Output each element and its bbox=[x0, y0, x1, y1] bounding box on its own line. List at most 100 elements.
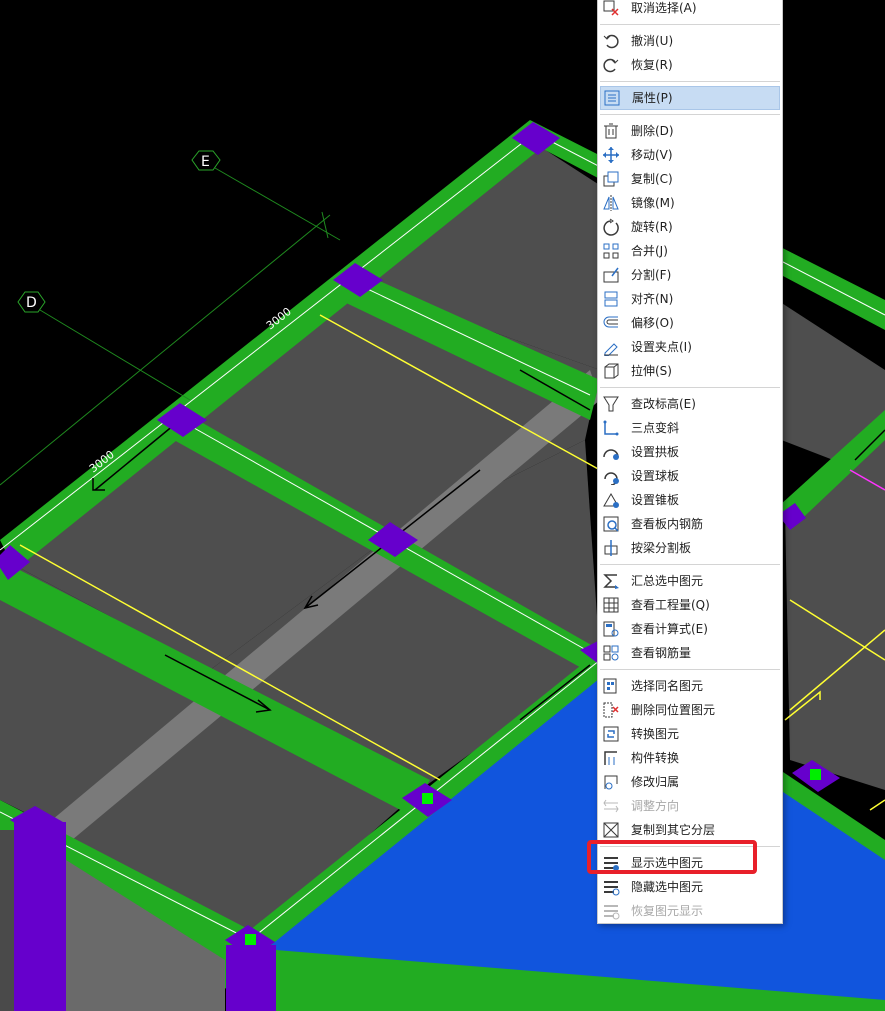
adjust-direction-icon bbox=[602, 797, 620, 815]
menu-item-copy-to-layer[interactable]: 复制到其它分层 bbox=[598, 818, 782, 842]
menu-item-label: 构件转换 bbox=[631, 751, 680, 765]
menu-item-label: 设置球板 bbox=[631, 469, 680, 483]
menu-item-label: 恢复(R) bbox=[631, 58, 673, 72]
menu-item-three-point-slope[interactable]: 三点变斜 bbox=[598, 416, 782, 440]
menu-item-label: 设置锥板 bbox=[631, 493, 680, 507]
menu-item-label: 查看工程量(Q) bbox=[631, 598, 710, 612]
svg-text:D: D bbox=[26, 295, 37, 311]
menu-item-delete[interactable]: 删除(D) bbox=[598, 119, 782, 143]
menu-item-redo[interactable]: 恢复(R) bbox=[598, 53, 782, 77]
menu-item-label: 三点变斜 bbox=[631, 421, 680, 435]
menu-item-view-slab-rebar[interactable]: 查看板内钢筋 bbox=[598, 512, 782, 536]
modify-ownership-icon bbox=[602, 773, 620, 791]
menu-item-label: 合并(J) bbox=[631, 244, 668, 258]
menu-item-label: 调整方向 bbox=[631, 799, 680, 813]
component-convert-icon bbox=[602, 749, 620, 767]
delete-same-position-icon bbox=[602, 701, 620, 719]
copy-icon bbox=[602, 170, 620, 188]
menu-item-label: 复制到其它分层 bbox=[631, 823, 716, 837]
rotate-icon bbox=[602, 218, 620, 236]
menu-item-move[interactable]: 移动(V) bbox=[598, 143, 782, 167]
hide-selected-icon bbox=[602, 878, 620, 896]
menu-item-select-same-name[interactable]: 选择同名图元 bbox=[598, 674, 782, 698]
select-same-name-icon bbox=[602, 677, 620, 695]
menu-item-mirror[interactable]: 镜像(M) bbox=[598, 191, 782, 215]
delete-icon bbox=[602, 122, 620, 140]
move-icon bbox=[602, 146, 620, 164]
menu-item-properties[interactable]: 属性(P) bbox=[600, 86, 780, 110]
menu-item-undo[interactable]: 撤消(U) bbox=[598, 29, 782, 53]
stretch-icon bbox=[602, 362, 620, 380]
view-rebar-quantity-icon bbox=[602, 644, 620, 662]
show-selected-icon bbox=[602, 854, 620, 872]
menu-item-label: 选择同名图元 bbox=[631, 679, 704, 693]
menu-item-label: 分割(F) bbox=[631, 268, 672, 282]
menu-item-label: 移动(V) bbox=[631, 148, 673, 162]
redo-icon bbox=[602, 56, 620, 74]
menu-item-label: 复制(C) bbox=[631, 172, 673, 186]
menu-item-view-formula[interactable]: 查看计算式(E) bbox=[598, 617, 782, 641]
menu-item-copy[interactable]: 复制(C) bbox=[598, 167, 782, 191]
menu-item-modify-ownership[interactable]: 修改归属 bbox=[598, 770, 782, 794]
menu-item-merge[interactable]: 合并(J) bbox=[598, 239, 782, 263]
menu-separator bbox=[600, 24, 780, 25]
menu-item-set-grip[interactable]: 设置夹点(I) bbox=[598, 335, 782, 359]
align-icon bbox=[602, 290, 620, 308]
menu-item-component-convert[interactable]: 构件转换 bbox=[598, 746, 782, 770]
menu-item-label: 取消选择(A) bbox=[631, 1, 697, 15]
menu-separator bbox=[600, 846, 780, 847]
view-quantity-icon bbox=[602, 596, 620, 614]
menu-item-label: 查看计算式(E) bbox=[631, 622, 708, 636]
context-menu[interactable]: 取消选择(A) 撤消(U) 恢复(R) 属性(P) 删除(D) 移动(V) 复制(C) 镜像(… bbox=[597, 0, 783, 924]
menu-item-view-rebar-quantity[interactable]: 查看钢筋量 bbox=[598, 641, 782, 665]
menu-item-split-slab-by-beam[interactable]: 按梁分割板 bbox=[598, 536, 782, 560]
cone-slab-icon bbox=[602, 491, 620, 509]
menu-item-label: 按梁分割板 bbox=[631, 541, 692, 555]
menu-item-split[interactable]: 分割(F) bbox=[598, 263, 782, 287]
menu-item-label: 删除(D) bbox=[631, 124, 674, 138]
menu-item-offset[interactable]: 偏移(O) bbox=[598, 311, 782, 335]
menu-item-label: 转换图元 bbox=[631, 727, 680, 741]
menu-item-align[interactable]: 对齐(N) bbox=[598, 287, 782, 311]
merge-icon bbox=[602, 242, 620, 260]
split-slab-by-beam-icon bbox=[602, 539, 620, 557]
menu-item-label: 汇总选中图元 bbox=[631, 574, 704, 588]
sum-selected-icon bbox=[602, 572, 620, 590]
menu-item-hide-selected[interactable]: 隐藏选中图元 bbox=[598, 875, 782, 899]
menu-item-cancel-selection[interactable]: 取消选择(A) bbox=[598, 0, 782, 20]
menu-item-sum-selected[interactable]: 汇总选中图元 bbox=[598, 569, 782, 593]
set-grip-icon bbox=[602, 338, 620, 357]
menu-item-label: 设置夹点(I) bbox=[631, 340, 692, 354]
menu-item-adjust-direction: 调整方向 bbox=[598, 794, 782, 818]
menu-item-rotate[interactable]: 旋转(R) bbox=[598, 215, 782, 239]
menu-item-label: 查看板内钢筋 bbox=[631, 517, 704, 531]
menu-item-stretch[interactable]: 拉伸(S) bbox=[598, 359, 782, 383]
properties-icon bbox=[603, 89, 621, 107]
menu-item-delete-same-position[interactable]: 删除同位置图元 bbox=[598, 698, 782, 722]
menu-item-label: 属性(P) bbox=[632, 91, 673, 105]
menu-item-label: 查看钢筋量 bbox=[631, 646, 692, 660]
menu-separator bbox=[600, 81, 780, 82]
three-point-slope-icon bbox=[602, 419, 620, 437]
split-icon bbox=[602, 266, 620, 284]
restore-display-icon bbox=[602, 902, 620, 920]
menu-item-convert-element[interactable]: 转换图元 bbox=[598, 722, 782, 746]
menu-item-label: 删除同位置图元 bbox=[631, 703, 716, 717]
menu-item-label: 对齐(N) bbox=[631, 292, 674, 306]
undo-icon bbox=[602, 32, 620, 50]
menu-item-label: 拉伸(S) bbox=[631, 364, 672, 378]
menu-item-label: 显示选中图元 bbox=[631, 856, 704, 870]
menu-item-sphere-slab[interactable]: 设置球板 bbox=[598, 464, 782, 488]
menu-item-arch-slab[interactable]: 设置拱板 bbox=[598, 440, 782, 464]
menu-item-elevation[interactable]: 查改标高(E) bbox=[598, 392, 782, 416]
menu-separator bbox=[600, 387, 780, 388]
menu-item-cone-slab[interactable]: 设置锥板 bbox=[598, 488, 782, 512]
menu-item-label: 旋转(R) bbox=[631, 220, 673, 234]
menu-separator bbox=[600, 564, 780, 565]
cancel-selection-icon bbox=[602, 0, 620, 17]
convert-element-icon bbox=[602, 725, 620, 743]
menu-item-label: 查改标高(E) bbox=[631, 397, 696, 411]
menu-item-label: 恢复图元显示 bbox=[631, 904, 704, 918]
menu-item-show-selected[interactable]: 显示选中图元 bbox=[598, 851, 782, 875]
menu-item-view-quantity[interactable]: 查看工程量(Q) bbox=[598, 593, 782, 617]
